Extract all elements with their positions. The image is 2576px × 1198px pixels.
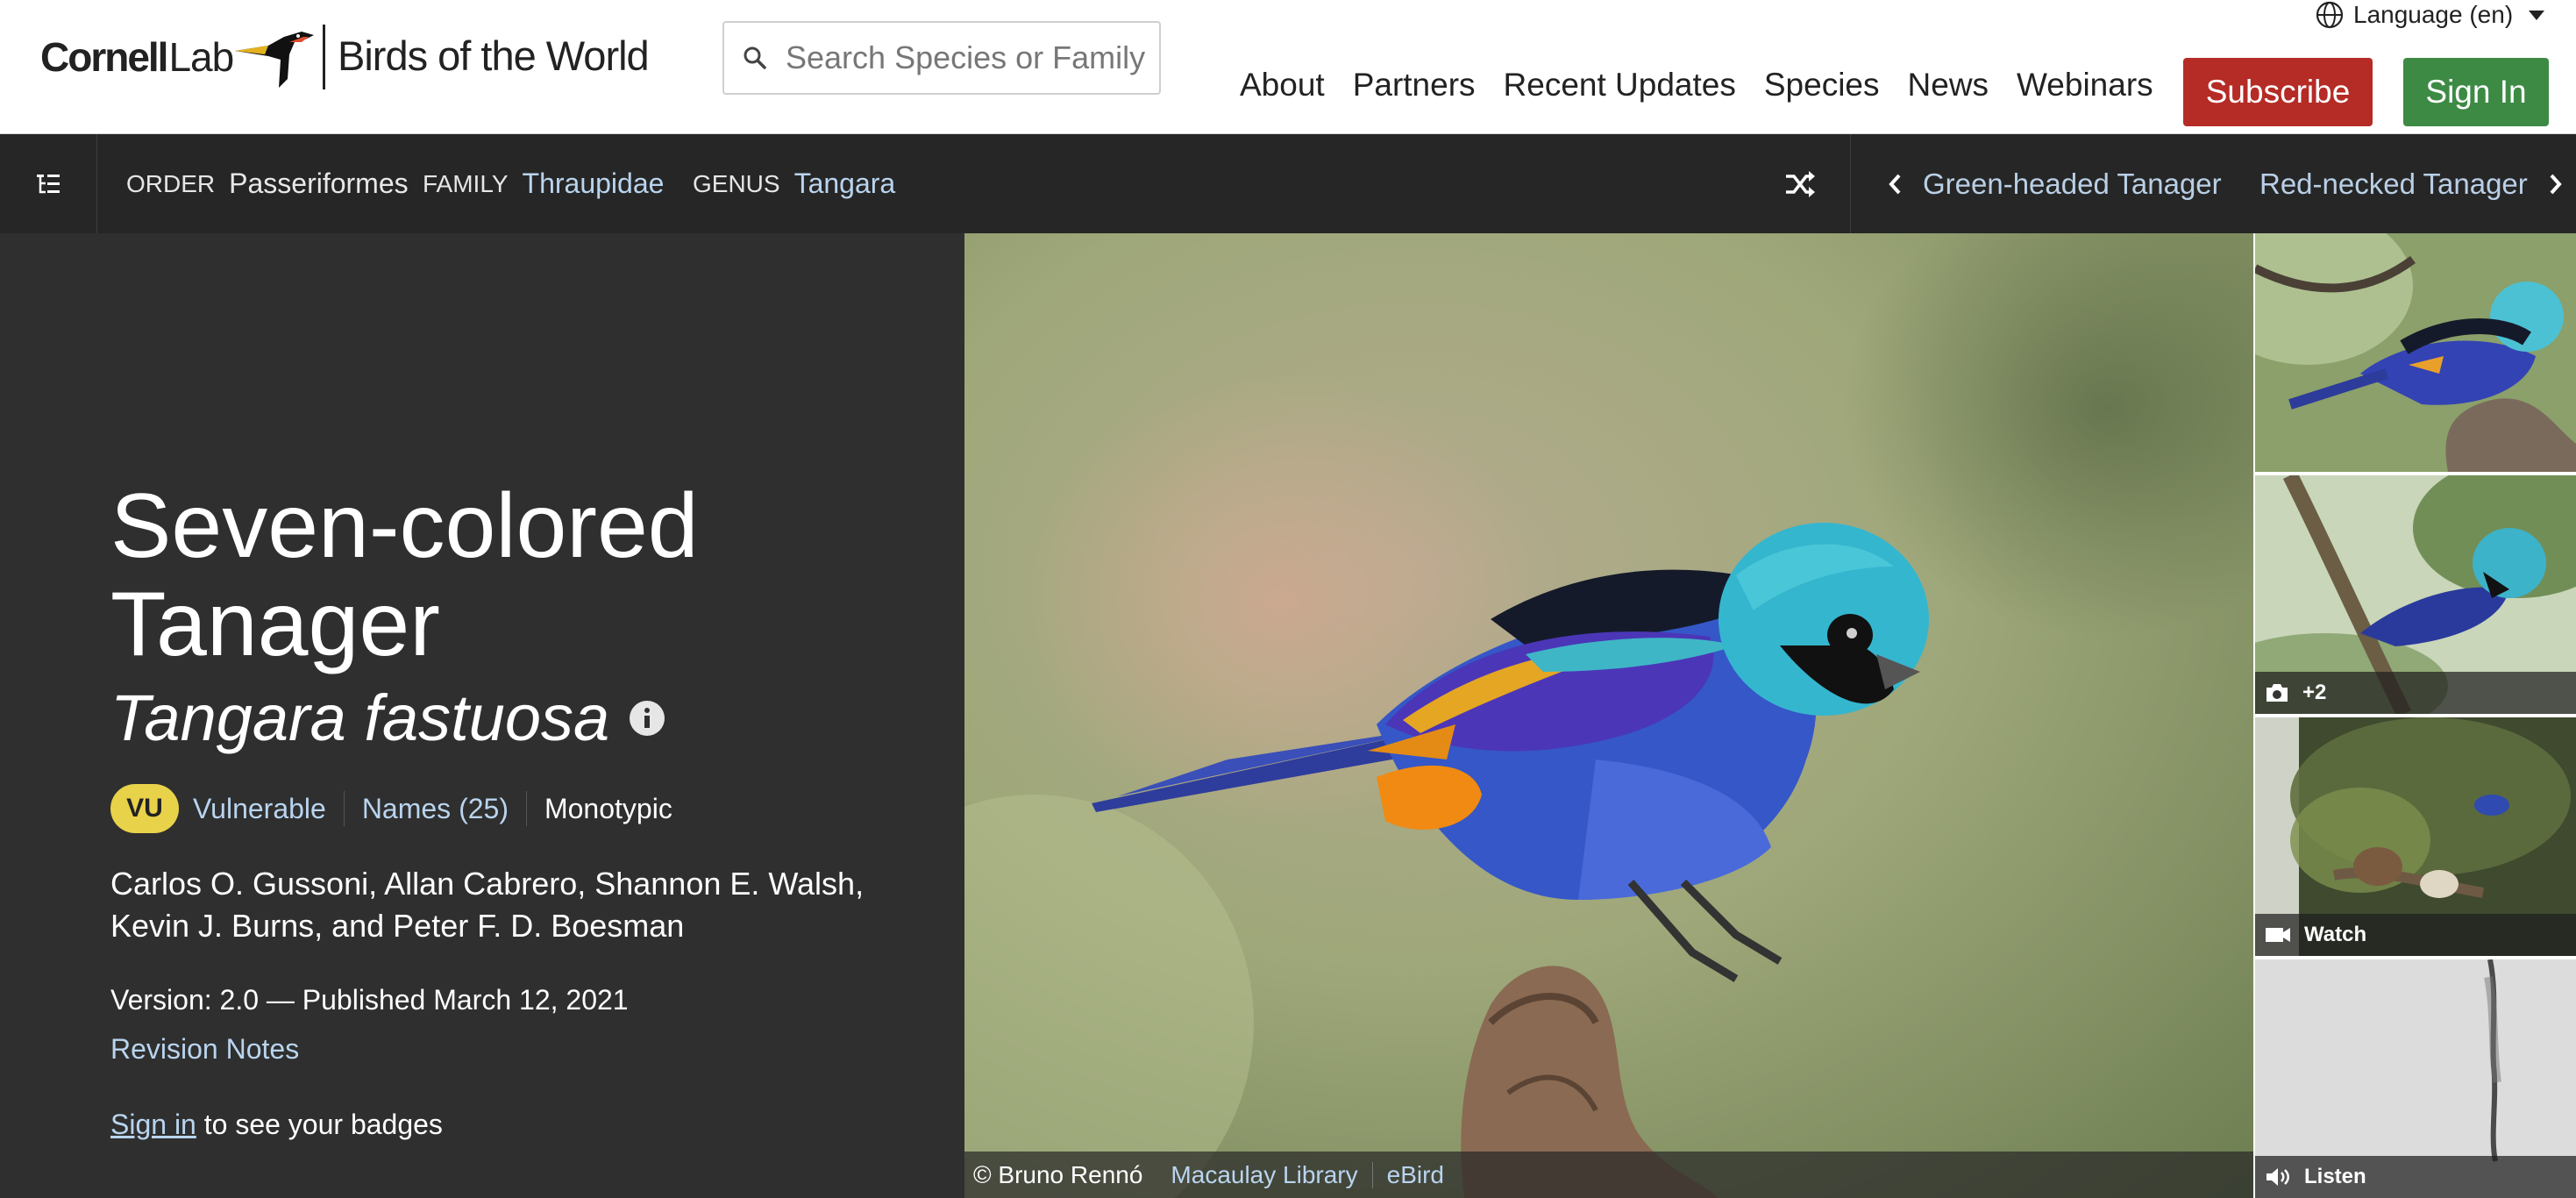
prev-species-label: Green-headed Tanager: [1923, 167, 2222, 200]
family-link[interactable]: Thraupidae: [523, 168, 665, 200]
shuffle-icon[interactable]: [1782, 166, 1818, 203]
logo-lab-text: Lab: [168, 34, 234, 80]
thumb-photo-1: [2255, 233, 2576, 472]
credit-divider: [1371, 1161, 1373, 1188]
video-caption: Watch: [2255, 914, 2576, 956]
species-navigation: Green-headed Tanager Red-necked Tanager: [1850, 134, 2576, 233]
nav-recent-updates[interactable]: Recent Updates: [1504, 67, 1736, 103]
subscribe-button[interactable]: Subscribe: [2183, 58, 2373, 126]
info-icon[interactable]: [629, 700, 665, 737]
status-row: VU Vulnerable Names (25) Monotypic: [110, 784, 672, 833]
species-info-panel: Seven-colored Tanager Tangara fastuosa V…: [0, 233, 964, 1198]
photo-credit-bar: © Bruno Rennó Macaulay Library eBird: [964, 1152, 2253, 1198]
taxonomy-note: Monotypic: [544, 792, 672, 824]
site-header: CornellLab Birds of the World Language (…: [0, 0, 2576, 134]
nav-about[interactable]: About: [1240, 67, 1325, 103]
badges-text: to see your badges: [196, 1109, 443, 1140]
nav-news[interactable]: News: [1908, 67, 1989, 103]
taxonomy-order[interactable]: ORDER Passeriformes: [126, 134, 409, 233]
taxonomy-family[interactable]: FAMILY Thraupidae: [423, 134, 664, 233]
main-nav: About Partners Recent Updates Species Ne…: [1240, 67, 2181, 103]
media-thumbnails: +2 Watch Listen: [2253, 233, 2576, 1198]
birds-of-the-world-logo[interactable]: Birds of the World: [338, 32, 650, 80]
chevron-right-icon: [2550, 174, 2562, 194]
scientific-name-row: Tangara fastuosa: [110, 681, 665, 755]
badges-sign-in-link[interactable]: Sign in: [110, 1109, 196, 1140]
sign-in-button[interactable]: Sign In: [2403, 58, 2549, 126]
nav-species[interactable]: Species: [1764, 67, 1880, 103]
language-selector[interactable]: Language (en): [2315, 0, 2558, 30]
chevron-left-icon: [1889, 174, 1901, 194]
audio-thumbnail[interactable]: Listen: [2255, 959, 2576, 1198]
logo-divider: [323, 25, 325, 89]
conservation-status-link[interactable]: Vulnerable: [193, 793, 326, 825]
hero-photo[interactable]: [964, 233, 2253, 1198]
speaker-icon: [2266, 1168, 2289, 1186]
genus-link[interactable]: Tangara: [794, 168, 896, 200]
revision-notes-link[interactable]: Revision Notes: [110, 1033, 299, 1066]
order-value: Passeriformes: [229, 168, 409, 199]
camera-icon: [2266, 684, 2288, 702]
search-input[interactable]: [784, 39, 1152, 77]
tanager-photo: [964, 233, 2253, 1198]
taxonomy-genus[interactable]: GENUS Tangara: [693, 134, 895, 233]
order-label: ORDER: [126, 169, 216, 197]
conservation-status-badge[interactable]: VU: [110, 784, 179, 833]
photos-more-count: +2: [2302, 681, 2327, 704]
version-info: Version: 2.0 — Published March 12, 2021: [110, 984, 629, 1016]
next-species-link[interactable]: Red-necked Tanager: [2259, 134, 2565, 233]
globe-icon: [2316, 1, 2344, 29]
family-label: FAMILY: [423, 169, 509, 197]
species-common-name: Seven-colored Tanager: [110, 475, 699, 675]
search-box[interactable]: [722, 21, 1161, 95]
photo-thumbnail-2[interactable]: +2: [2255, 475, 2576, 714]
authors: Carlos O. Gussoni, Allan Cabrero, Shanno…: [110, 866, 865, 944]
video-camera-icon: [2266, 928, 2290, 942]
video-thumbnail[interactable]: Watch: [2255, 717, 2576, 956]
status-divider: [525, 791, 527, 826]
photos-count-caption: +2: [2255, 672, 2576, 714]
caret-down-icon: [2529, 11, 2545, 20]
taxonomy-bar: ORDER Passeriformes FAMILY Thraupidae GE…: [0, 134, 2576, 233]
species-scientific-name: Tangara fastuosa: [110, 681, 610, 754]
photographer-credit: © Bruno Rennó: [973, 1160, 1143, 1188]
nav-webinars[interactable]: Webinars: [2017, 67, 2153, 103]
next-species-label: Red-necked Tanager: [2259, 167, 2528, 200]
taxonomy-tree-toggle[interactable]: [0, 134, 97, 233]
logo-cornell-text: Cornell: [40, 34, 168, 80]
status-divider: [343, 791, 345, 826]
ebird-link[interactable]: eBird: [1387, 1161, 1444, 1189]
cornell-lab-logo[interactable]: Cornell Lab: [40, 26, 234, 88]
cornell-bird-logo-icon: [235, 32, 314, 88]
audio-caption: Listen: [2255, 1156, 2576, 1198]
names-link[interactable]: Names (25): [362, 793, 509, 825]
macaulay-library-link[interactable]: Macaulay Library: [1171, 1161, 1357, 1189]
badges-prompt: Sign in to see your badges: [110, 1109, 443, 1141]
watch-label: Watch: [2304, 923, 2367, 946]
language-label: Language (en): [2353, 1, 2514, 28]
listen-label: Listen: [2304, 1165, 2366, 1188]
photo-thumbnail-1[interactable]: [2255, 233, 2576, 472]
tree-list-icon: [37, 174, 60, 193]
genus-label: GENUS: [693, 169, 780, 197]
prev-species-link[interactable]: Green-headed Tanager: [1886, 134, 2222, 233]
search-icon: [744, 46, 766, 69]
nav-partners[interactable]: Partners: [1353, 67, 1476, 103]
